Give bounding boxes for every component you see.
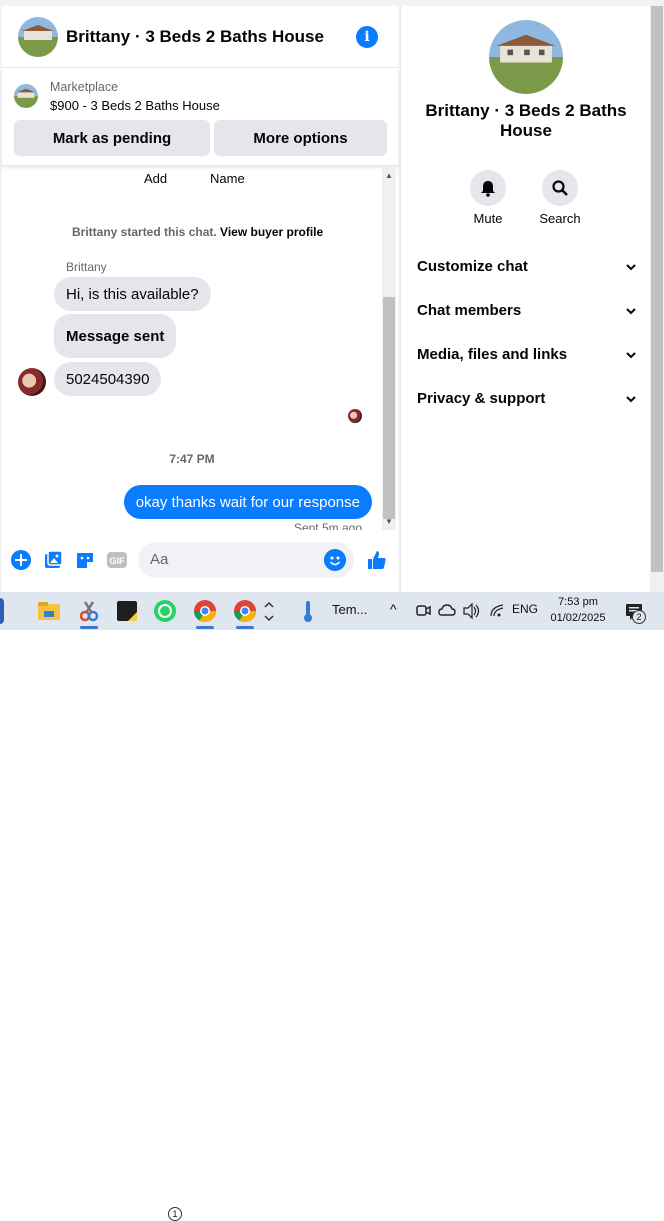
incoming-message[interactable]: 5024504390	[54, 362, 162, 396]
info-name: Brittany · 3 Beds 2 Baths House	[425, 101, 627, 140]
notification-count: 2	[632, 610, 646, 624]
language-indicator[interactable]: ENG	[512, 602, 538, 616]
show-hidden-icons-icon[interactable]: ^	[390, 601, 397, 617]
section-label: Media, files and links	[417, 346, 568, 363]
snipping-tool-icon[interactable]	[76, 598, 102, 624]
scroll-thumb[interactable]	[383, 297, 395, 519]
chat-info-pane: Brittany · 3 Beds 2 Baths House Mute Sea…	[400, 6, 650, 592]
customize-chat-row[interactable]: Customize chat	[417, 258, 637, 275]
active-app-indicator	[80, 626, 98, 629]
page-scroll-thumb[interactable]	[651, 6, 663, 572]
onedrive-icon[interactable]	[438, 598, 456, 624]
listing-thumbnail[interactable]	[14, 84, 38, 108]
chevron-down-icon	[626, 351, 636, 358]
chevron-down-icon	[626, 307, 636, 314]
listing-title[interactable]: $900 - 3 Beds 2 Baths House	[50, 98, 220, 113]
image-icon[interactable]	[42, 549, 64, 571]
message-scrollbar[interactable]: ▲ ▼	[382, 166, 396, 530]
chevron-down-icon	[626, 263, 636, 270]
gif-label: GIF	[110, 556, 126, 566]
chrome-profile-running-indicator	[236, 626, 254, 629]
system-message: Brittany started this chat. View buyer p…	[72, 225, 323, 239]
emoji-icon[interactable]	[324, 549, 346, 571]
clock-time: 7:53 pm	[558, 596, 598, 608]
time-divider: 7:47 PM	[169, 452, 215, 466]
mark-as-pending-button[interactable]: Mark as pending	[14, 120, 210, 156]
view-buyer-profile-link[interactable]: View buyer profile	[220, 225, 323, 239]
chat-pane: Brittany · 3 Beds 2 Baths House i Market…	[2, 6, 398, 592]
scroll-up-arrow-icon[interactable]: ▲	[382, 168, 396, 182]
chat-title[interactable]: Brittany · 3 Beds 2 Baths House	[66, 27, 324, 47]
message-input-placeholder: Aa	[150, 551, 169, 568]
start-icon[interactable]	[0, 598, 4, 624]
sticker-icon[interactable]	[74, 549, 96, 571]
message-list: Add Name Brittany started this chat. Vie…	[2, 166, 382, 530]
bell-icon	[481, 181, 495, 197]
file-explorer-icon[interactable]	[36, 598, 62, 624]
like-icon[interactable]	[366, 549, 388, 571]
search-button[interactable]	[542, 170, 578, 206]
listing-avatar[interactable]	[18, 16, 58, 57]
media-files-links-row[interactable]: Media, files and links	[417, 346, 637, 363]
marketplace-label: Marketplace	[50, 80, 119, 94]
chevron-updown-icon[interactable]	[262, 598, 276, 624]
scroll-down-arrow-icon[interactable]: ▼	[382, 514, 396, 528]
chrome-icon[interactable]	[192, 598, 218, 624]
mute-button[interactable]	[470, 170, 506, 206]
message-input[interactable]: Aa	[138, 542, 354, 578]
section-label: Privacy & support	[417, 390, 546, 407]
marketplace-banner: Marketplace $900 - 3 Beds 2 Baths House …	[2, 70, 398, 166]
clock[interactable]: 7:53 pm 01/02/2025	[538, 594, 618, 626]
read-receipt-avatar	[348, 409, 362, 423]
chat-header: Brittany · 3 Beds 2 Baths House i	[2, 6, 398, 68]
chat-members-row[interactable]: Chat members	[417, 302, 637, 319]
page-scrollbar[interactable]	[650, 6, 664, 592]
gif-icon[interactable]: GIF	[106, 549, 128, 571]
chrome-profile-icon[interactable]	[232, 598, 258, 624]
chrome-running-indicator	[196, 626, 214, 629]
search-icon	[552, 180, 568, 196]
search-label: Search	[539, 211, 581, 226]
whatsapp-badge: 1	[168, 1207, 182, 1221]
chevron-down-icon	[626, 395, 636, 402]
wifi-icon[interactable]	[488, 598, 506, 624]
cut-off-text-name: Name	[210, 171, 245, 186]
clock-date: 01/02/2025	[550, 612, 606, 624]
sender-avatar[interactable]	[18, 368, 46, 396]
privacy-support-row[interactable]: Privacy & support	[417, 390, 637, 407]
incoming-message[interactable]: Message sent	[54, 314, 177, 358]
plus-icon[interactable]	[10, 549, 32, 571]
outgoing-message[interactable]: okay thanks wait for our response	[123, 485, 372, 519]
section-label: Customize chat	[417, 258, 528, 275]
mute-label: Mute	[473, 211, 503, 226]
sticky-notes-icon[interactable]	[114, 598, 140, 624]
weather-app-label[interactable]: Tem...	[332, 602, 367, 617]
meet-now-icon[interactable]	[414, 598, 432, 624]
whatsapp-icon[interactable]	[152, 598, 178, 624]
sender-name: Brittany	[66, 260, 107, 274]
more-options-button[interactable]: More options	[214, 120, 387, 156]
composer: GIF Aa	[2, 540, 398, 580]
info-icon[interactable]: i	[356, 26, 378, 48]
sent-status: Sent 5m ago	[293, 521, 362, 530]
cut-off-text-add: Add	[144, 171, 168, 186]
info-avatar[interactable]	[489, 20, 563, 94]
system-text: Brittany started this chat.	[72, 225, 217, 239]
messenger-window: Brittany · 3 Beds 2 Baths House i Market…	[0, 0, 664, 592]
incoming-message[interactable]: Hi, is this available?	[54, 277, 211, 311]
volume-icon[interactable]	[462, 598, 480, 624]
section-label: Chat members	[417, 302, 522, 319]
windows-taskbar: 1 Tem... ^ ENG 7:53 pm 01/02/2025 2	[0, 592, 664, 1221]
temperature-icon[interactable]	[300, 598, 316, 624]
